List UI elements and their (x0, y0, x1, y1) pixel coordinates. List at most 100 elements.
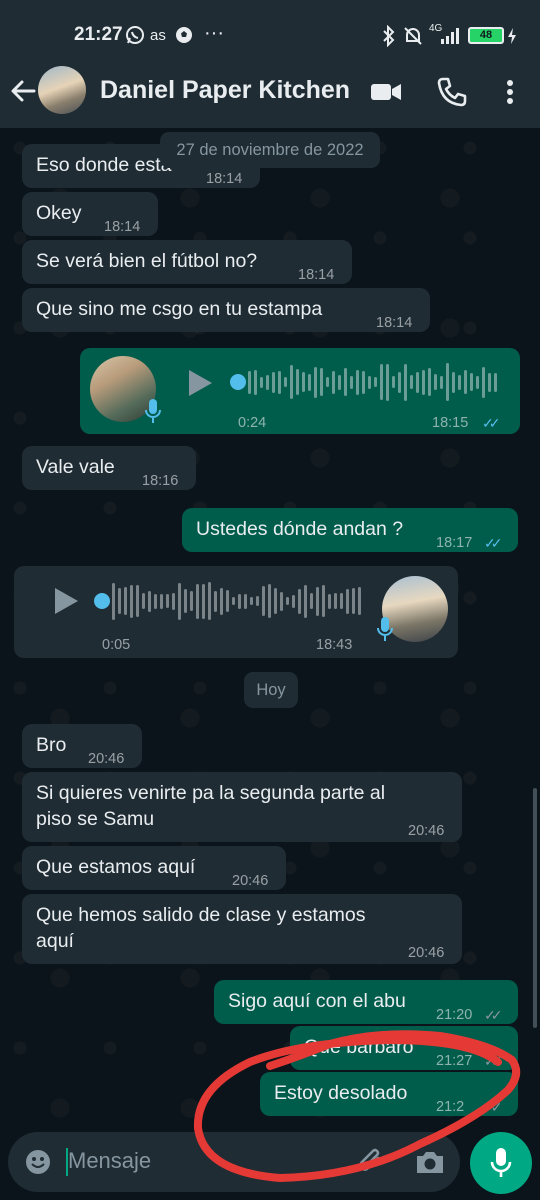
message-time: 18:15 (432, 415, 469, 431)
waveform-bar (446, 363, 449, 401)
more-vert-icon[interactable] (492, 74, 528, 110)
waveform-bar (398, 371, 401, 393)
waveform-bar (326, 377, 329, 387)
attach-icon[interactable] (356, 1146, 386, 1178)
waveform-bar (368, 375, 371, 389)
waveform-bar (292, 594, 295, 608)
scrollbar[interactable] (533, 788, 537, 1028)
signal-icon (441, 28, 459, 44)
waveform-bar (476, 375, 479, 389)
message-text: Que bárbaro (304, 1036, 414, 1058)
waveform-bar (410, 375, 413, 389)
message-incoming[interactable]: Bro 20:46 (22, 724, 142, 768)
waveform-bar (254, 369, 257, 395)
chat-title[interactable]: Daniel Paper Kitchen (100, 76, 350, 105)
waveform-bar (112, 582, 115, 620)
message-time: 18:14 (104, 219, 141, 235)
carrier-text: as (150, 27, 166, 44)
waveform-bar (488, 372, 491, 392)
waveform-bar (202, 583, 205, 619)
chat-header: Daniel Paper Kitchen (0, 66, 540, 128)
message-text: Sigo aquí con el abu (228, 990, 406, 1012)
camera-icon[interactable] (414, 1148, 446, 1176)
message-composer[interactable]: Mensaje (8, 1132, 460, 1192)
voice-record-button[interactable] (470, 1132, 532, 1194)
waveform-bar (374, 377, 377, 387)
message-outgoing[interactable]: Ustedes dónde andan ? 18:17 ✓✓ (182, 508, 518, 552)
message-list[interactable]: Eso donde esta 18:14 27 de noviembre de … (0, 128, 540, 1126)
waveform-bar (184, 589, 187, 613)
video-call-icon[interactable] (368, 74, 404, 110)
waveform-bar (130, 584, 133, 618)
waveform-bar (160, 593, 163, 609)
voice-message-incoming[interactable]: 0:05 18:43 (14, 566, 458, 658)
waveform-bar (278, 370, 281, 394)
message-incoming[interactable]: Que sino me csgo en tu estampa 18:14 (22, 288, 430, 332)
waveform-bar (266, 374, 269, 390)
waveform-bar (314, 366, 317, 398)
message-text-line: aquí (36, 930, 74, 952)
waveform[interactable] (248, 362, 497, 402)
waveform-bar (340, 593, 343, 609)
battery-icon: 48 (468, 27, 504, 44)
waveform-bar (302, 372, 305, 392)
message-text: Estoy desolado (274, 1082, 408, 1104)
waveform-bar (308, 373, 311, 391)
mute-icon (404, 27, 422, 45)
waveform-bar (272, 371, 275, 393)
waveform-bar (494, 372, 497, 392)
message-outgoing[interactable]: Que bárbaro 21:27 ✓✓ (290, 1026, 518, 1070)
waveform-bar (172, 592, 175, 610)
emoji-icon[interactable] (24, 1148, 52, 1176)
seek-dot[interactable] (94, 593, 110, 609)
waveform-bar (392, 376, 395, 388)
waveform-bar (404, 363, 407, 401)
voice-duration: 0:24 (238, 415, 267, 431)
message-text-line: Que hemos salido de clase y estamos (36, 904, 366, 926)
waveform-bar (154, 593, 157, 609)
message-time: 21:2 (436, 1099, 465, 1115)
message-incoming[interactable]: Vale vale 18:16 (22, 446, 196, 490)
waveform-bar (142, 593, 145, 609)
message-outgoing[interactable]: Sigo aquí con el abu 21:20 ✓✓ (214, 980, 518, 1024)
waveform-bar (232, 597, 235, 605)
voice-duration: 0:05 (102, 637, 131, 653)
message-time: 21:20 (436, 1007, 473, 1023)
waveform-bar (482, 366, 485, 398)
read-ticks-icon: ✓✓ (484, 535, 503, 551)
message-incoming[interactable]: Que hemos salido de clase y estamos aquí… (22, 894, 462, 964)
waveform-bar (352, 588, 355, 614)
voice-message-outgoing[interactable]: 0:24 18:15 ✓✓ (80, 348, 520, 434)
back-arrow-icon[interactable] (8, 76, 38, 106)
waveform-bar (334, 593, 337, 609)
more-status-icon: ··· (204, 22, 224, 44)
message-incoming[interactable]: Que estamos aquí 20:46 (22, 846, 286, 890)
play-icon[interactable] (52, 586, 80, 616)
message-time: 21:27 (436, 1053, 473, 1069)
waveform-bar (238, 593, 241, 609)
message-time: 20:46 (88, 751, 125, 767)
message-incoming[interactable]: Okey 18:14 (22, 192, 158, 236)
message-incoming[interactable]: Se verá bien el fútbol no? 18:14 (22, 240, 352, 284)
waveform-bar (148, 590, 151, 612)
waveform-bar (260, 376, 263, 388)
waveform-bar (458, 374, 461, 390)
message-input[interactable]: Mensaje (68, 1148, 151, 1174)
waveform-bar (316, 586, 319, 616)
waveform-bar (196, 583, 199, 619)
avatar[interactable] (38, 66, 86, 114)
phone-icon[interactable] (434, 74, 470, 110)
waveform-bar (208, 582, 211, 620)
message-incoming[interactable]: Si quieres venirte pa la segunda parte a… (22, 772, 462, 842)
waveform-bar (350, 375, 353, 389)
play-icon[interactable] (186, 368, 214, 398)
waveform[interactable] (112, 581, 361, 621)
delivered-ticks-icon: ✓✓ (484, 1053, 503, 1069)
charging-icon (508, 28, 516, 44)
message-outgoing[interactable]: Estoy desolado 21:2 ✓✓ (260, 1072, 518, 1116)
waveform-bar (434, 374, 437, 390)
seek-dot[interactable] (230, 374, 246, 390)
waveform-bar (250, 597, 253, 605)
waveform-bar (190, 591, 193, 611)
message-text: Bro (36, 734, 67, 756)
